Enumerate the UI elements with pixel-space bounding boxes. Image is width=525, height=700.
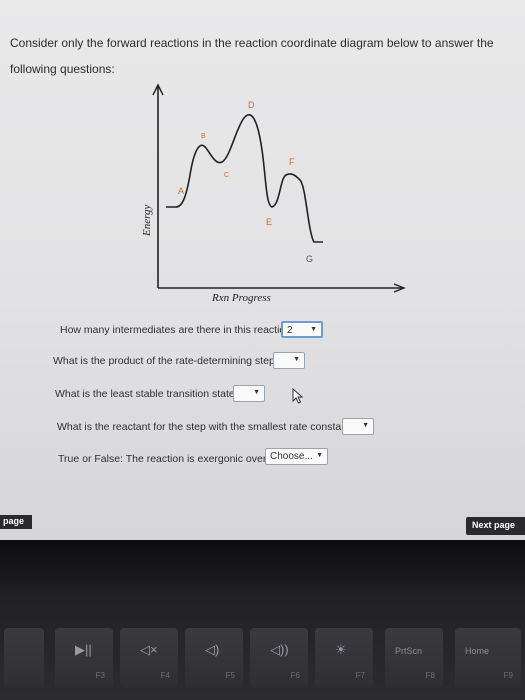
label-D: D <box>248 100 255 110</box>
label-A: A <box>178 186 184 196</box>
key-brightness[interactable]: ☀ F7 <box>315 628 373 688</box>
question-2-select[interactable]: ▼ <box>273 352 305 369</box>
y-axis-label: Energy <box>141 205 153 237</box>
question-2-text: What is the product of the rate-determin… <box>53 355 281 367</box>
chevron-down-icon: ▼ <box>253 389 260 396</box>
chevron-down-icon: ▼ <box>362 422 369 429</box>
brightness-icon: ☀ <box>335 642 347 657</box>
mouse-pointer-icon <box>292 388 304 404</box>
question-3-select[interactable]: ▼ <box>233 385 265 402</box>
key-prtscn[interactable]: PrtScn F8 <box>385 628 443 688</box>
key-mute[interactable]: ◁× F4 <box>120 628 178 688</box>
previous-page-button[interactable]: page <box>0 515 32 529</box>
key-play-pause[interactable]: ▶|| F3 <box>55 628 113 688</box>
chevron-down-icon: ▼ <box>316 452 323 459</box>
question-1-value: 2 <box>287 325 293 336</box>
question-3-text: What is the least stable transition stat… <box>55 388 241 400</box>
volume-down-icon: ◁) <box>205 642 220 657</box>
question-5-select[interactable]: Choose... ▼ <box>265 448 328 465</box>
label-G: G <box>306 254 313 264</box>
chevron-down-icon: ▼ <box>310 326 317 333</box>
next-page-button[interactable]: Next page <box>466 517 525 535</box>
label-B: B <box>201 133 206 140</box>
chevron-down-icon: ▼ <box>293 356 300 363</box>
question-5-value: Choose... <box>270 451 313 462</box>
mute-icon: ◁× <box>140 642 158 657</box>
volume-up-icon: ◁)) <box>270 642 289 657</box>
question-4-select[interactable]: ▼ <box>342 418 374 435</box>
label-C: C <box>224 172 229 179</box>
question-1-text: How many intermediates are there in this… <box>60 324 297 336</box>
question-5-text: True or False: The reaction is exergonic… <box>58 453 280 465</box>
play-pause-icon: ▶|| <box>75 642 92 657</box>
quiz-screen: Consider only the forward reactions in t… <box>0 0 525 540</box>
label-E: E <box>266 217 272 227</box>
key-volume-down[interactable]: ◁) F5 <box>185 628 243 688</box>
label-F: F <box>289 157 295 167</box>
key-home[interactable]: Home F9 <box>455 628 521 688</box>
energy-curve <box>166 114 323 243</box>
x-axis-label: Rxn Progress <box>211 292 271 304</box>
question-1-select[interactable]: 2 ▼ <box>281 321 323 338</box>
key-f2[interactable] <box>4 628 44 688</box>
question-4-text: What is the reactant for the step with t… <box>57 421 356 433</box>
key-volume-up[interactable]: ◁)) F6 <box>250 628 308 688</box>
